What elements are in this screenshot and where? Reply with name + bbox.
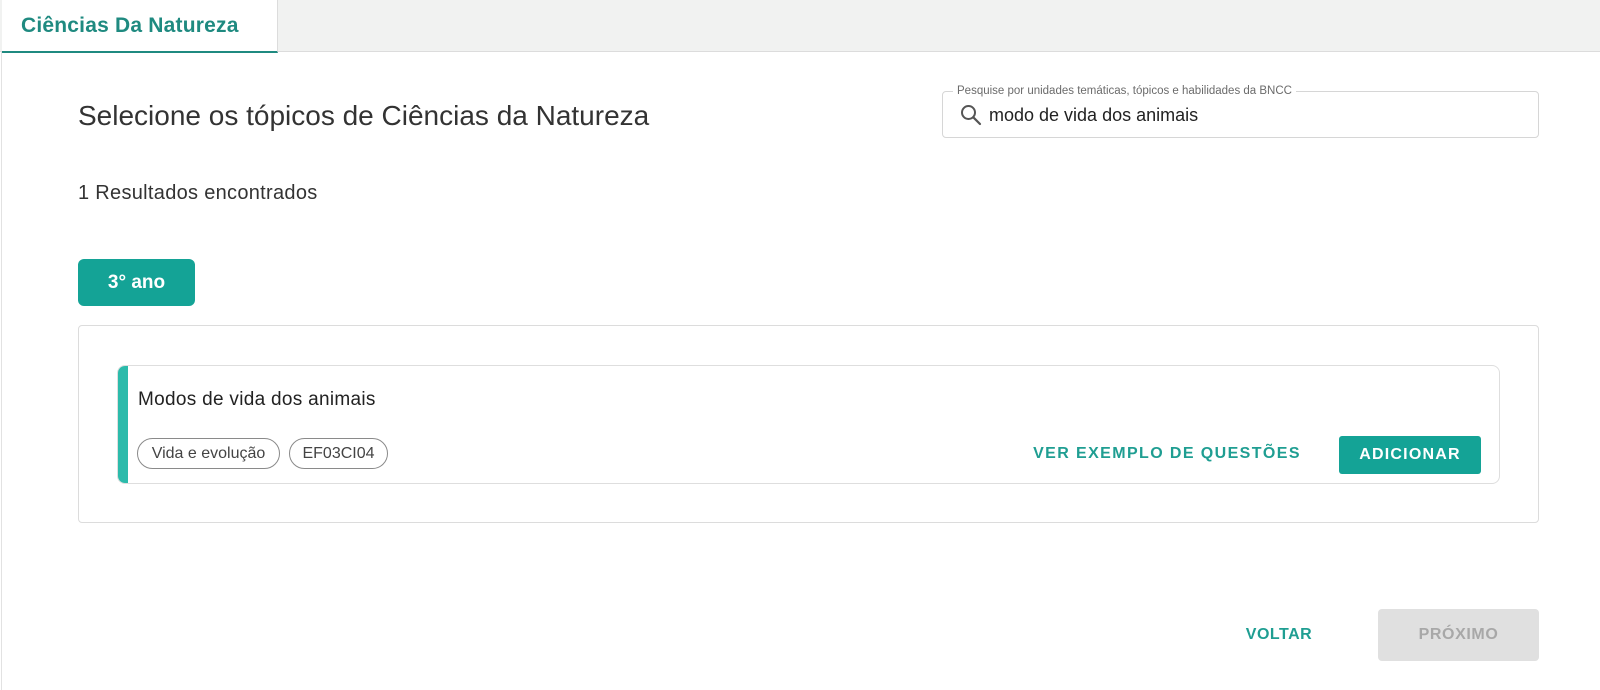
- add-topic-button[interactable]: ADICIONAR: [1339, 436, 1481, 474]
- back-button[interactable]: VOLTAR: [1229, 618, 1329, 652]
- results-count: 1 Resultados encontrados: [78, 182, 318, 204]
- tag-thematic-unit: Vida e evolução: [137, 438, 280, 469]
- topic-card: Modos de vida dos animais Vida e evoluçã…: [117, 365, 1500, 484]
- next-button[interactable]: PRÓXIMO: [1378, 609, 1539, 661]
- page-title: Selecione os tópicos de Ciências da Natu…: [78, 100, 650, 131]
- card-accent-bar: [118, 366, 128, 483]
- tag-bncc-code: EF03CI04: [289, 438, 388, 469]
- content-frame-border: [1, 52, 2, 690]
- tab-label: Ciências Da Natureza: [21, 13, 239, 37]
- topic-title: Modos de vida dos animais: [138, 389, 376, 410]
- search-input[interactable]: [989, 101, 1519, 129]
- tab-ciencias-da-natureza[interactable]: Ciências Da Natureza: [2, 0, 278, 53]
- search-label: Pesquise por unidades temáticas, tópicos…: [953, 84, 1296, 98]
- year-filter-chip[interactable]: 3° ano: [78, 259, 195, 306]
- search-icon: [960, 104, 982, 126]
- tab-bar: Ciências Da Natureza: [0, 0, 1600, 53]
- view-examples-button[interactable]: VER EXEMPLO DE QUESTÕES: [1031, 438, 1303, 470]
- search-field[interactable]: Pesquise por unidades temáticas, tópicos…: [942, 84, 1539, 138]
